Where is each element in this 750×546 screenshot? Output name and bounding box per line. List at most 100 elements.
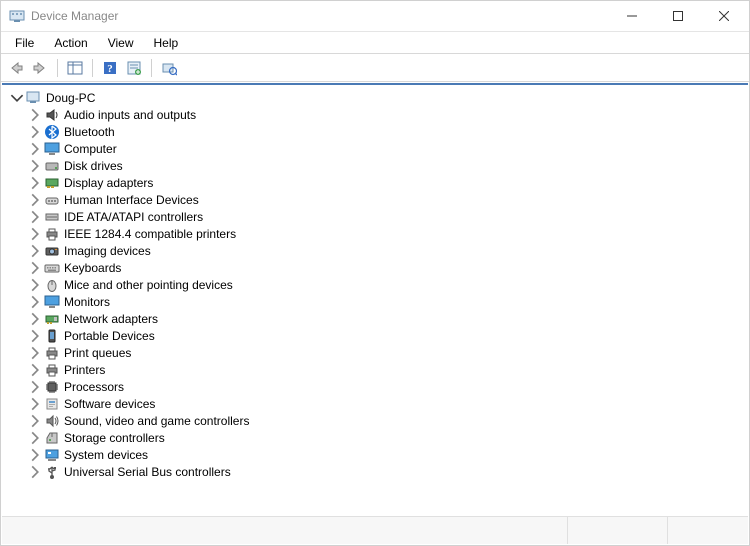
expand-icon[interactable] [28, 346, 42, 360]
display-adapter-icon [44, 175, 60, 191]
imaging-icon [44, 243, 60, 259]
software-icon [44, 396, 60, 412]
expand-icon[interactable] [28, 431, 42, 445]
tree-node-label: Keyboards [64, 261, 121, 275]
tree-node[interactable]: Portable Devices [10, 327, 748, 344]
window-title: Device Manager [31, 9, 118, 23]
menu-view[interactable]: View [98, 33, 144, 53]
expand-icon[interactable] [28, 465, 42, 479]
tree-node-label: Mice and other pointing devices [64, 278, 233, 292]
expand-icon[interactable] [28, 210, 42, 224]
tree-node-label: Disk drives [64, 159, 123, 173]
expand-icon[interactable] [28, 397, 42, 411]
tree-node-label: Audio inputs and outputs [64, 108, 196, 122]
tree-node[interactable]: Disk drives [10, 157, 748, 174]
status-cell [668, 517, 748, 544]
expand-icon[interactable] [28, 176, 42, 190]
tree-node[interactable]: Imaging devices [10, 242, 748, 259]
expand-icon[interactable] [28, 363, 42, 377]
expand-icon[interactable] [28, 108, 42, 122]
tree-node[interactable]: Storage controllers [10, 429, 748, 446]
tree-root[interactable]: Doug-PC [10, 89, 748, 106]
expand-icon[interactable] [28, 261, 42, 275]
tree-node[interactable]: IEEE 1284.4 compatible printers [10, 225, 748, 242]
system-icon [44, 447, 60, 463]
maximize-button[interactable] [655, 1, 701, 31]
storage-icon [44, 430, 60, 446]
tree-node-label: Processors [64, 380, 124, 394]
monitor-icon [44, 294, 60, 310]
help-button[interactable]: ? [99, 57, 121, 79]
portable-icon [44, 328, 60, 344]
tree-node[interactable]: Audio inputs and outputs [10, 106, 748, 123]
tree-node-label: Universal Serial Bus controllers [64, 465, 231, 479]
expand-icon[interactable] [28, 278, 42, 292]
tree-node[interactable]: Mice and other pointing devices [10, 276, 748, 293]
status-bar [2, 516, 748, 544]
expand-icon[interactable] [28, 244, 42, 258]
tree-node-label: Human Interface Devices [64, 193, 199, 207]
mouse-icon [44, 277, 60, 293]
expand-icon[interactable] [28, 448, 42, 462]
tree-node-label: Network adapters [64, 312, 158, 326]
tree-node-label: Storage controllers [64, 431, 165, 445]
tree-node[interactable]: Network adapters [10, 310, 748, 327]
tree-node[interactable]: Software devices [10, 395, 748, 412]
close-button[interactable] [701, 1, 747, 31]
title-bar: Device Manager [1, 1, 749, 31]
ide-icon [44, 209, 60, 225]
expand-icon[interactable] [28, 159, 42, 173]
bluetooth-icon [44, 124, 60, 140]
expand-icon[interactable] [28, 295, 42, 309]
tree-node[interactable]: Monitors [10, 293, 748, 310]
back-button[interactable] [5, 57, 27, 79]
tree-node[interactable]: Print queues [10, 344, 748, 361]
tree-node[interactable]: Display adapters [10, 174, 748, 191]
expand-icon[interactable] [28, 142, 42, 156]
expand-icon[interactable] [28, 414, 42, 428]
device-tree[interactable]: Doug-PC Audio inputs and outputs Bluetoot… [2, 83, 748, 515]
tree-node-label: System devices [64, 448, 148, 462]
menu-file[interactable]: File [5, 33, 44, 53]
expand-icon[interactable] [28, 329, 42, 343]
audio-icon [44, 107, 60, 123]
tree-node[interactable]: Bluetooth [10, 123, 748, 140]
tree-root-label: Doug-PC [46, 91, 95, 105]
printer-icon [44, 345, 60, 361]
tree-node[interactable]: Keyboards [10, 259, 748, 276]
tree-node[interactable]: Printers [10, 361, 748, 378]
tree-node[interactable]: System devices [10, 446, 748, 463]
forward-button[interactable] [29, 57, 51, 79]
toolbar: ? [1, 54, 749, 82]
tree-node[interactable]: Processors [10, 378, 748, 395]
tree-node[interactable]: IDE ATA/ATAPI controllers [10, 208, 748, 225]
expand-icon[interactable] [28, 227, 42, 241]
app-icon [9, 8, 25, 24]
expand-icon[interactable] [28, 312, 42, 326]
tree-node-label: Print queues [64, 346, 131, 360]
menu-action[interactable]: Action [44, 33, 97, 53]
tree-node-label: Computer [64, 142, 117, 156]
tree-node[interactable]: Human Interface Devices [10, 191, 748, 208]
minimize-button[interactable] [609, 1, 655, 31]
disk-icon [44, 158, 60, 174]
show-hide-tree-button[interactable] [64, 57, 86, 79]
tree-node-label: Portable Devices [64, 329, 155, 343]
scan-hardware-button[interactable] [158, 57, 180, 79]
tree-node-label: Bluetooth [64, 125, 115, 139]
tree-node[interactable]: Universal Serial Bus controllers [10, 463, 748, 480]
expand-icon[interactable] [28, 193, 42, 207]
menu-help[interactable]: Help [144, 33, 189, 53]
svg-text:?: ? [107, 63, 113, 75]
tree-node-label: IDE ATA/ATAPI controllers [64, 210, 203, 224]
tree-node-label: Printers [64, 363, 105, 377]
expand-icon[interactable] [28, 125, 42, 139]
tree-node-label: Sound, video and game controllers [64, 414, 249, 428]
tree-node[interactable]: Computer [10, 140, 748, 157]
expand-icon[interactable] [28, 380, 42, 394]
tree-node[interactable]: Sound, video and game controllers [10, 412, 748, 429]
properties-button[interactable] [123, 57, 145, 79]
menu-bar: File Action View Help [1, 31, 749, 54]
collapse-icon[interactable] [10, 91, 24, 105]
toolbar-separator [92, 59, 93, 77]
